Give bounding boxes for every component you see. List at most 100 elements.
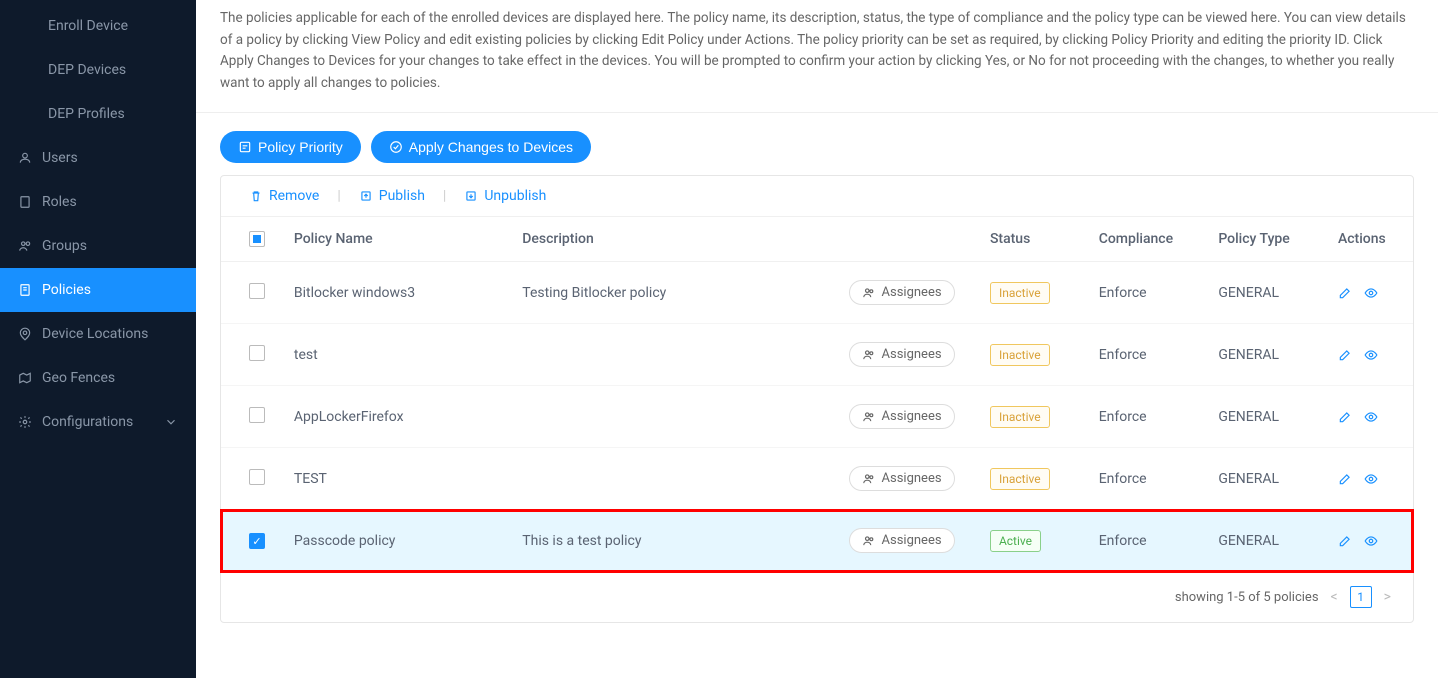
users-icon [862, 472, 876, 486]
sidebar-item-label: Groups [42, 238, 87, 254]
separator: | [443, 188, 446, 204]
geofence-icon [18, 371, 32, 385]
policies-table: Policy Name Description Status Complianc… [221, 217, 1413, 572]
assignees-label: Assignees [882, 347, 942, 362]
publish-icon [359, 189, 373, 203]
sidebar-item-dep-devices[interactable]: DEP Devices [0, 48, 196, 92]
action-label: Unpublish [484, 188, 546, 204]
unpublish-button[interactable]: Unpublish [464, 188, 546, 204]
sidebar-item-groups[interactable]: Groups [0, 224, 196, 268]
row-checkbox[interactable] [249, 533, 265, 549]
view-icon[interactable] [1364, 410, 1378, 424]
cell-description: Testing Bitlocker policy [510, 262, 836, 324]
cell-description [510, 386, 836, 448]
assignees-button[interactable]: Assignees [849, 528, 955, 553]
priority-icon [238, 140, 252, 154]
sidebar-item-configurations[interactable]: Configurations [0, 400, 196, 444]
policy-priority-button[interactable]: Policy Priority [220, 131, 361, 163]
check-circle-icon [389, 140, 403, 154]
sidebar-item-label: DEP Profiles [48, 106, 125, 122]
assignees-label: Assignees [882, 533, 942, 548]
sidebar-item-dep-profiles[interactable]: DEP Profiles [0, 92, 196, 136]
sidebar-item-label: DEP Devices [48, 62, 126, 78]
header-policy-type[interactable]: Policy Type [1206, 217, 1326, 262]
roles-icon [18, 195, 32, 209]
edit-icon[interactable] [1338, 472, 1352, 486]
sidebar-item-users[interactable]: Users [0, 136, 196, 180]
action-label: Publish [379, 188, 425, 204]
sidebar-item-geo-fences[interactable]: Geo Fences [0, 356, 196, 400]
assignees-button[interactable]: Assignees [849, 342, 955, 367]
users-icon [862, 348, 876, 362]
cell-policy-name: Passcode policy [282, 510, 510, 572]
action-label: Remove [269, 188, 319, 204]
cell-compliance: Enforce [1087, 262, 1207, 324]
policies-table-card: Remove | Publish | Unpublish Policy N [220, 175, 1414, 623]
table-actions-bar: Remove | Publish | Unpublish [221, 176, 1413, 217]
header-actions: Actions [1326, 217, 1413, 262]
cell-description: This is a test policy [510, 510, 836, 572]
toolbar: Policy Priority Apply Changes to Devices [196, 113, 1438, 175]
cell-policy-type: GENERAL [1206, 262, 1326, 324]
row-checkbox[interactable] [249, 345, 265, 361]
cell-policy-type: GENERAL [1206, 386, 1326, 448]
edit-icon[interactable] [1338, 410, 1352, 424]
sidebar-item-label: Roles [42, 194, 77, 210]
status-badge: Inactive [990, 406, 1050, 428]
policies-icon [18, 283, 32, 297]
cell-policy-type: GENERAL [1206, 324, 1326, 386]
groups-icon [18, 239, 32, 253]
cell-policy-type: GENERAL [1206, 510, 1326, 572]
separator: | [337, 188, 340, 204]
sidebar-item-enroll-device[interactable]: Enroll Device [0, 4, 196, 48]
table-row[interactable]: test Assignees Inactive Enforce GENERAL [221, 324, 1413, 386]
sidebar-item-policies[interactable]: Policies [0, 268, 196, 312]
header-policy-name[interactable]: Policy Name [282, 217, 510, 262]
cell-compliance: Enforce [1087, 324, 1207, 386]
row-checkbox[interactable] [249, 469, 265, 485]
table-row[interactable]: TEST Assignees Inactive Enforce GENERAL [221, 448, 1413, 510]
edit-icon[interactable] [1338, 286, 1352, 300]
cell-compliance: Enforce [1087, 510, 1207, 572]
header-compliance[interactable]: Compliance [1087, 217, 1207, 262]
header-status[interactable]: Status [978, 217, 1087, 262]
status-badge: Inactive [990, 344, 1050, 366]
view-icon[interactable] [1364, 286, 1378, 300]
row-checkbox[interactable] [249, 283, 265, 299]
row-checkbox[interactable] [249, 407, 265, 423]
users-icon [862, 534, 876, 548]
view-icon[interactable] [1364, 348, 1378, 362]
select-all-checkbox[interactable] [249, 231, 265, 247]
next-page-button[interactable]: > [1382, 589, 1393, 605]
edit-icon[interactable] [1338, 348, 1352, 362]
table-row[interactable]: AppLockerFirefox Assignees Inactive Enfo… [221, 386, 1413, 448]
cell-policy-name: TEST [282, 448, 510, 510]
assignees-button[interactable]: Assignees [849, 466, 955, 491]
cell-policy-name: Bitlocker windows3 [282, 262, 510, 324]
remove-button[interactable]: Remove [249, 188, 319, 204]
page-button[interactable]: 1 [1350, 586, 1372, 608]
assignees-button[interactable]: Assignees [849, 280, 955, 305]
prev-page-button[interactable]: < [1329, 589, 1340, 605]
users-icon [862, 286, 876, 300]
trash-icon [249, 189, 263, 203]
cell-compliance: Enforce [1087, 386, 1207, 448]
sidebar-item-label: Device Locations [42, 326, 148, 342]
status-badge: Inactive [990, 468, 1050, 490]
apply-changes-button[interactable]: Apply Changes to Devices [371, 131, 591, 163]
cell-policy-name: test [282, 324, 510, 386]
sidebar-item-label: Enroll Device [48, 18, 128, 34]
edit-icon[interactable] [1338, 534, 1352, 548]
view-icon[interactable] [1364, 534, 1378, 548]
sidebar-item-device-locations[interactable]: Device Locations [0, 312, 196, 356]
header-description[interactable]: Description [510, 217, 836, 262]
cell-policy-type: GENERAL [1206, 448, 1326, 510]
view-icon[interactable] [1364, 472, 1378, 486]
table-row[interactable]: Bitlocker windows3 Testing Bitlocker pol… [221, 262, 1413, 324]
main-content: The policies applicable for each of the … [196, 0, 1438, 678]
table-row[interactable]: Passcode policy This is a test policy As… [221, 510, 1413, 572]
sidebar-item-roles[interactable]: Roles [0, 180, 196, 224]
publish-button[interactable]: Publish [359, 188, 425, 204]
assignees-button[interactable]: Assignees [849, 404, 955, 429]
users-icon [862, 410, 876, 424]
